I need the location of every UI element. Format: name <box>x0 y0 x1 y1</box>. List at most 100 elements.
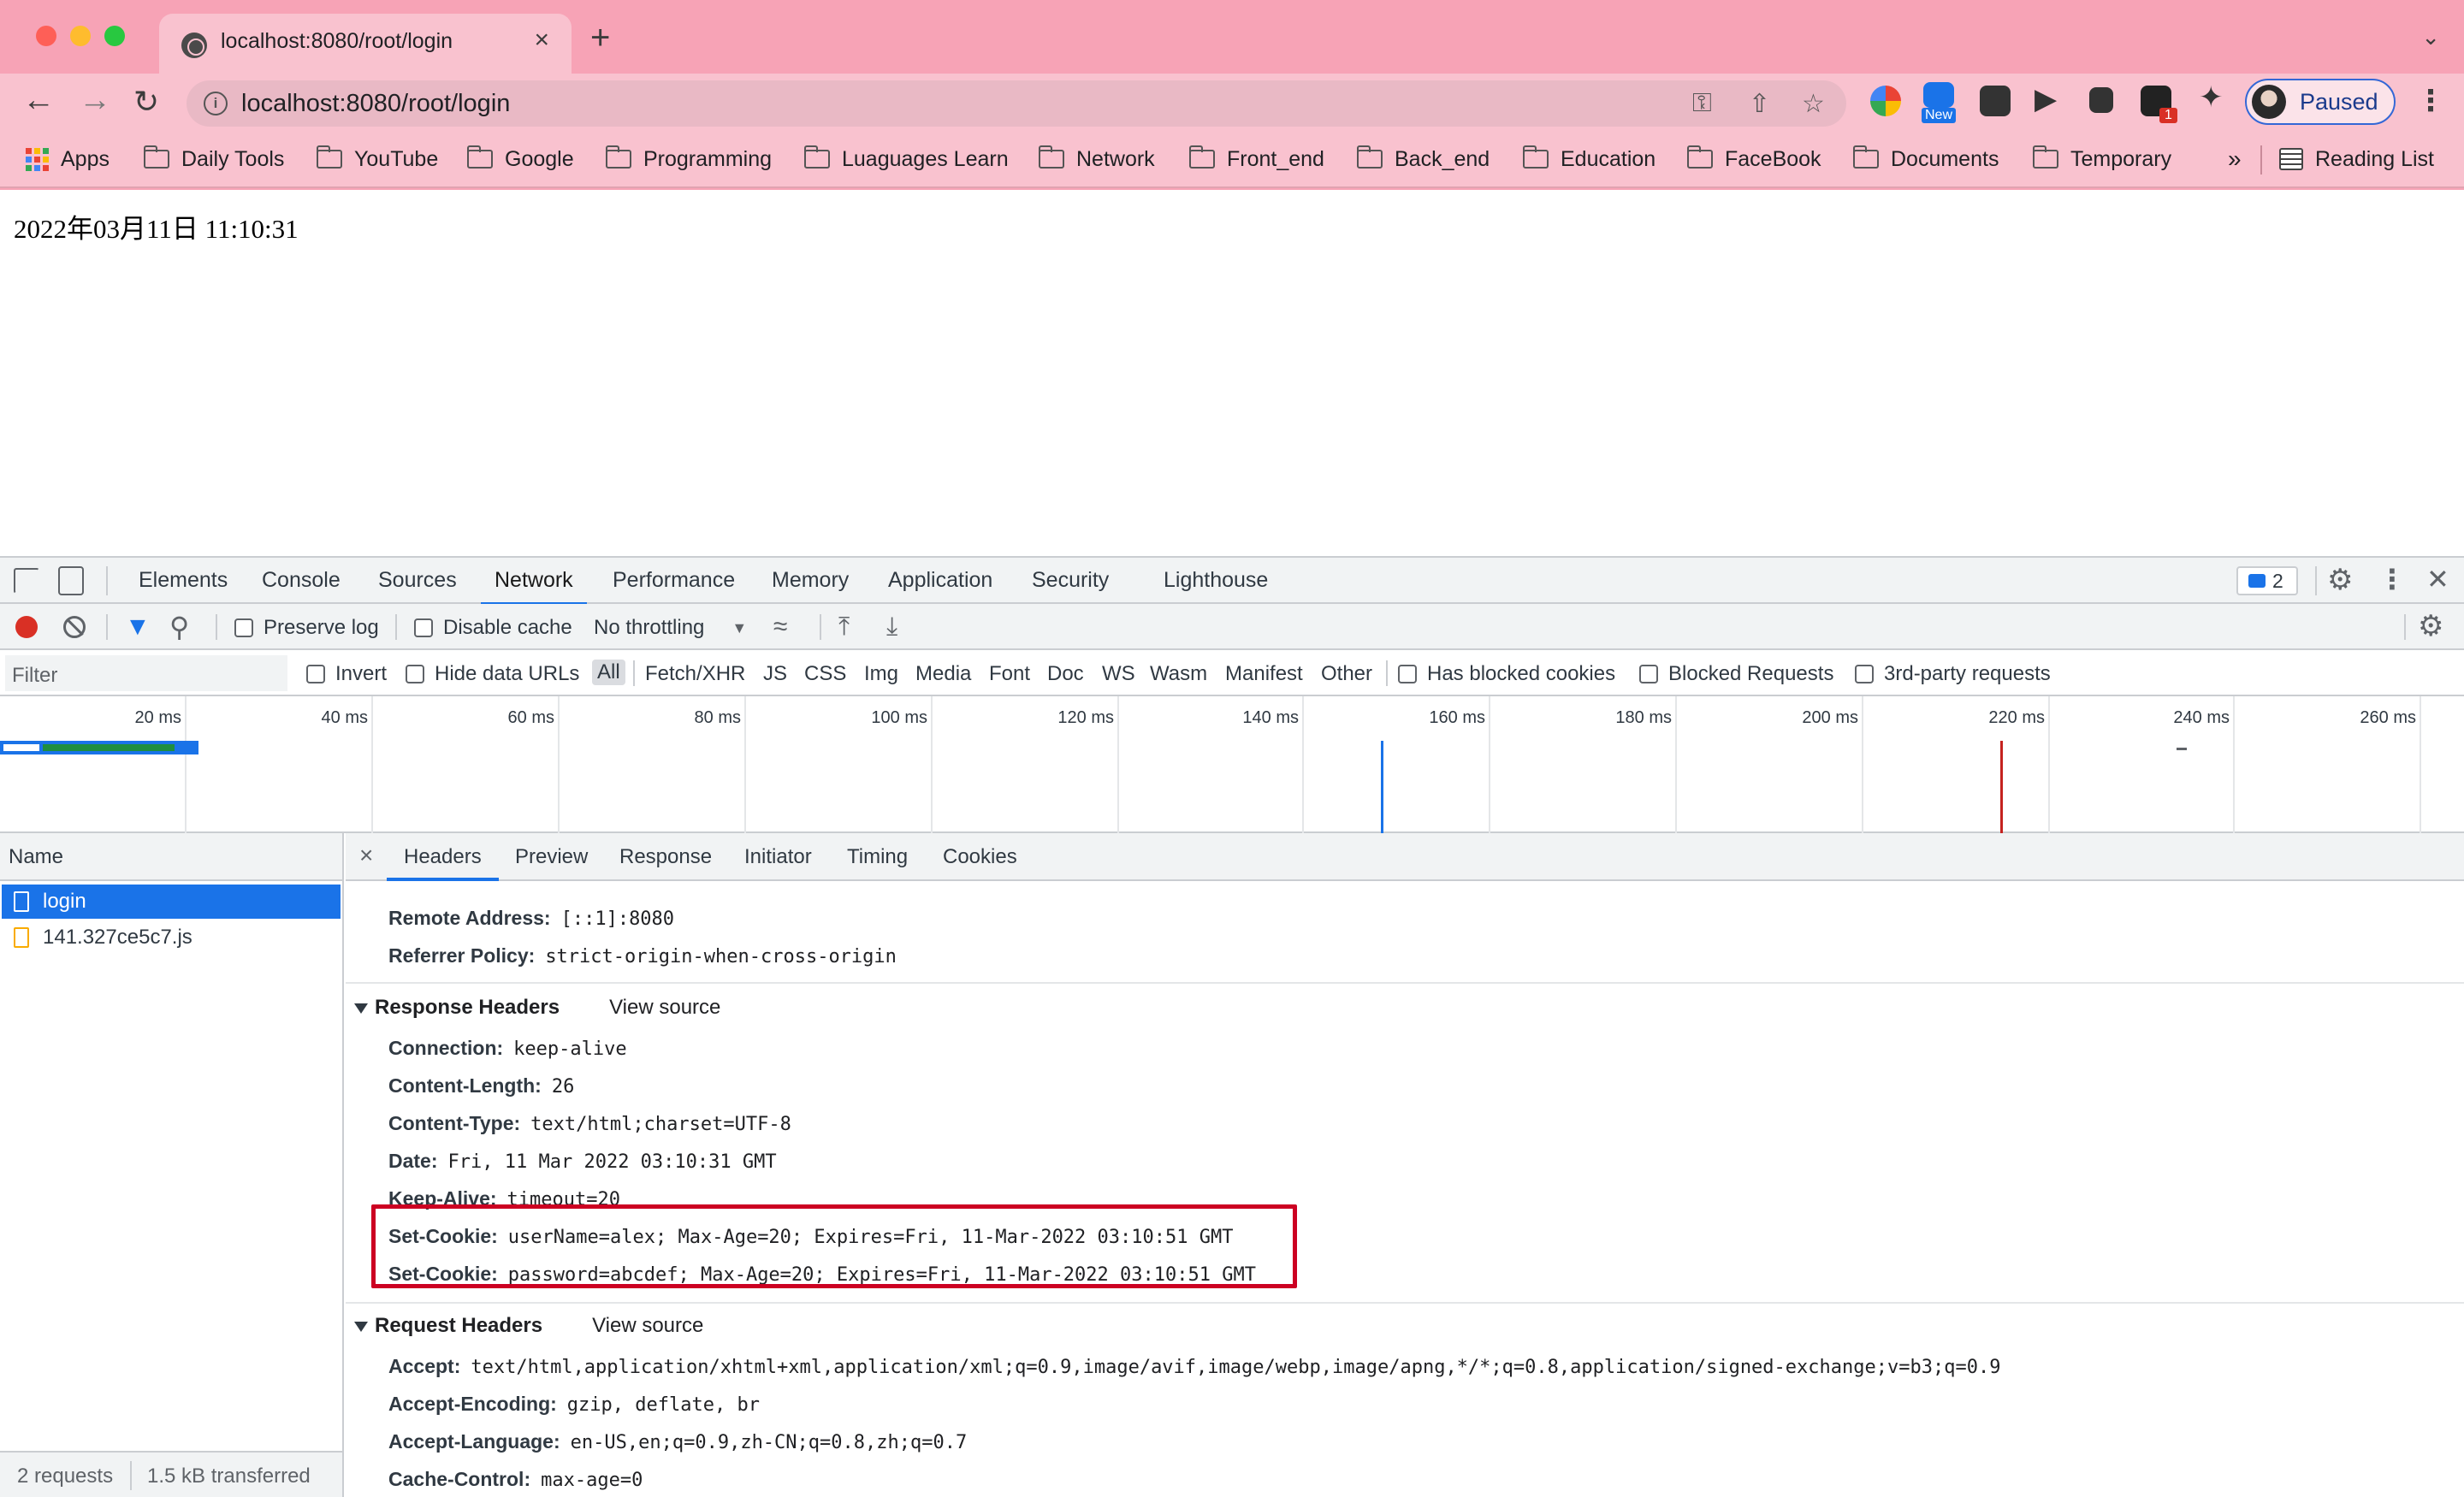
tab-timing[interactable]: Timing <box>847 845 908 869</box>
site-info-icon[interactable]: i <box>204 92 228 115</box>
tab-elements[interactable]: Elements <box>139 568 228 593</box>
filter-type-doc[interactable]: Doc <box>1047 662 1084 686</box>
bookmark-folder[interactable]: Google <box>466 144 574 175</box>
request-row-js[interactable]: 141.327ce5c7.js <box>2 920 341 955</box>
filter-type-ws[interactable]: WS <box>1102 662 1135 686</box>
filter-funnel-icon[interactable]: ▼ <box>125 612 151 642</box>
address-bar[interactable]: i localhost:8080/root/login ⚿ ⇧ ☆ <box>187 80 1846 127</box>
bookmark-folder[interactable]: Back_end <box>1356 144 1490 175</box>
minimize-window-button[interactable] <box>70 26 91 46</box>
blocked-requests-checkbox[interactable]: Blocked Requests <box>1639 662 1833 686</box>
settings-gear-icon[interactable]: ⚙ <box>2327 563 2353 597</box>
search-icon[interactable]: ⚲ <box>169 611 189 643</box>
throttling-select[interactable]: No throttling ▼ <box>594 616 747 640</box>
tab-initiator[interactable]: Initiator <box>744 845 812 869</box>
filter-type-wasm[interactable]: Wasm <box>1150 662 1207 686</box>
tab-response[interactable]: Response <box>619 845 712 869</box>
extension-dots-icon[interactable] <box>1980 86 2011 116</box>
tab-headers[interactable]: Headers <box>387 845 499 881</box>
chrome-menu-icon[interactable]: ⋮ <box>2416 84 2445 118</box>
filter-type-manifest[interactable]: Manifest <box>1225 662 1303 686</box>
bookmark-folder[interactable]: Front_end <box>1188 144 1324 175</box>
filter-input[interactable]: Filter <box>5 655 287 691</box>
bookmark-folder[interactable]: FaceBook <box>1686 144 1821 175</box>
request-row-login[interactable]: login <box>2 885 341 919</box>
issues-button[interactable]: 2 <box>2236 566 2298 595</box>
tab-memory[interactable]: Memory <box>772 568 849 593</box>
invert-checkbox[interactable]: Invert <box>306 662 387 686</box>
extension-play-icon[interactable]: ▶ <box>2035 82 2065 115</box>
bookmark-folder[interactable]: YouTube <box>316 144 438 175</box>
bookmarks-overflow-button[interactable]: » <box>2228 144 2242 175</box>
view-source-link[interactable]: View source <box>609 996 720 1019</box>
bookmark-folder[interactable]: Temporary <box>2032 144 2171 175</box>
request-headers-section-toggle[interactable]: Request Headers View source <box>354 1314 703 1338</box>
tab-network[interactable]: Network <box>481 568 587 606</box>
bookmark-folder[interactable]: Programming <box>605 144 772 175</box>
hide-data-urls-checkbox[interactable]: Hide data URLs <box>406 662 579 686</box>
bookmark-star-icon[interactable]: ☆ <box>1802 89 1825 119</box>
device-toolbar-icon[interactable] <box>58 566 84 595</box>
bookmark-folder[interactable]: Daily Tools <box>143 144 284 175</box>
forward-arrow-icon[interactable]: → <box>79 82 111 119</box>
tab-cookies[interactable]: Cookies <box>943 845 1017 869</box>
network-overview-timeline[interactable]: 20 ms 40 ms 60 ms 80 ms 100 ms 120 ms 14… <box>0 696 2464 833</box>
filter-type-media[interactable]: Media <box>915 662 971 686</box>
has-blocked-cookies-checkbox[interactable]: Has blocked cookies <box>1398 662 1615 686</box>
export-har-icon[interactable]: ⤓ <box>886 612 897 642</box>
tab-application[interactable]: Application <box>888 568 992 593</box>
reading-list-button[interactable]: Reading List <box>2279 144 2434 175</box>
filter-type-all[interactable]: All <box>592 660 625 685</box>
response-headers-section-toggle[interactable]: Response Headers View source <box>354 996 720 1020</box>
bookmark-folder[interactable]: Documents <box>1852 144 1999 175</box>
tab-sources[interactable]: Sources <box>378 568 457 593</box>
filter-type-css[interactable]: CSS <box>804 662 846 686</box>
bookmark-folder[interactable]: Luaguages Learn <box>803 144 1009 175</box>
bookmark-folder[interactable]: Network <box>1038 144 1155 175</box>
timeline-gridline <box>371 696 373 833</box>
third-party-requests-checkbox[interactable]: 3rd-party requests <box>1855 662 2051 686</box>
view-source-link[interactable]: View source <box>592 1314 703 1337</box>
tab-lighthouse[interactable]: Lighthouse <box>1164 568 1268 593</box>
bookmark-label: Documents <box>1891 146 1999 171</box>
network-conditions-icon[interactable]: ≈ <box>773 612 787 642</box>
reload-icon[interactable]: ↻ <box>133 84 159 120</box>
clear-icon[interactable] <box>63 616 86 638</box>
tab-close-icon[interactable]: × <box>534 26 549 55</box>
close-detail-icon[interactable]: × <box>359 842 373 869</box>
filter-type-js[interactable]: JS <box>763 662 787 686</box>
filter-type-fetch-xhr[interactable]: Fetch/XHR <box>645 662 745 686</box>
share-icon[interactable]: ⇧ <box>1749 89 1770 119</box>
tab-security[interactable]: Security <box>1032 568 1109 593</box>
filter-type-img[interactable]: Img <box>864 662 898 686</box>
tab-console[interactable]: Console <box>262 568 341 593</box>
network-settings-gear-icon[interactable]: ⚙ <box>2418 609 2443 643</box>
import-har-icon[interactable]: ⤒ <box>838 612 850 642</box>
extension-dark-icon[interactable] <box>2089 87 2113 113</box>
bookmark-folder[interactable]: Education <box>1522 144 1656 175</box>
record-icon[interactable] <box>15 616 38 638</box>
bookmark-apps[interactable]: Apps <box>26 144 110 175</box>
close-window-button[interactable] <box>36 26 56 46</box>
preserve-log-checkbox[interactable]: Preserve log <box>234 616 379 640</box>
filter-type-other[interactable]: Other <box>1321 662 1372 686</box>
key-icon[interactable]: ⚿ <box>1692 89 1712 118</box>
filter-type-font[interactable]: Font <box>989 662 1030 686</box>
tab-search-chevron-icon[interactable]: ⌄ <box>2421 24 2440 50</box>
disable-cache-checkbox[interactable]: Disable cache <box>414 616 572 640</box>
close-devtools-icon[interactable]: ✕ <box>2426 563 2449 595</box>
new-tab-button[interactable]: + <box>590 19 610 57</box>
address-url[interactable]: localhost:8080/root/login <box>241 90 510 118</box>
request-list-header[interactable]: Name <box>0 833 342 881</box>
extensions-puzzle-icon[interactable]: ✦ <box>2199 80 2230 114</box>
inspect-element-icon[interactable] <box>14 568 39 594</box>
extension-new-icon[interactable] <box>1923 82 1954 108</box>
tab-performance[interactable]: Performance <box>613 568 735 593</box>
profile-button[interactable]: Paused <box>2245 79 2396 125</box>
back-arrow-icon[interactable]: ← <box>22 82 55 119</box>
browser-tab[interactable]: localhost:8080/root/login × <box>159 14 572 74</box>
devtools-menu-icon[interactable]: ⋮ <box>2378 563 2406 595</box>
maximize-window-button[interactable] <box>104 26 125 46</box>
extension-colorful-icon[interactable] <box>1870 86 1901 116</box>
tab-preview[interactable]: Preview <box>515 845 588 869</box>
